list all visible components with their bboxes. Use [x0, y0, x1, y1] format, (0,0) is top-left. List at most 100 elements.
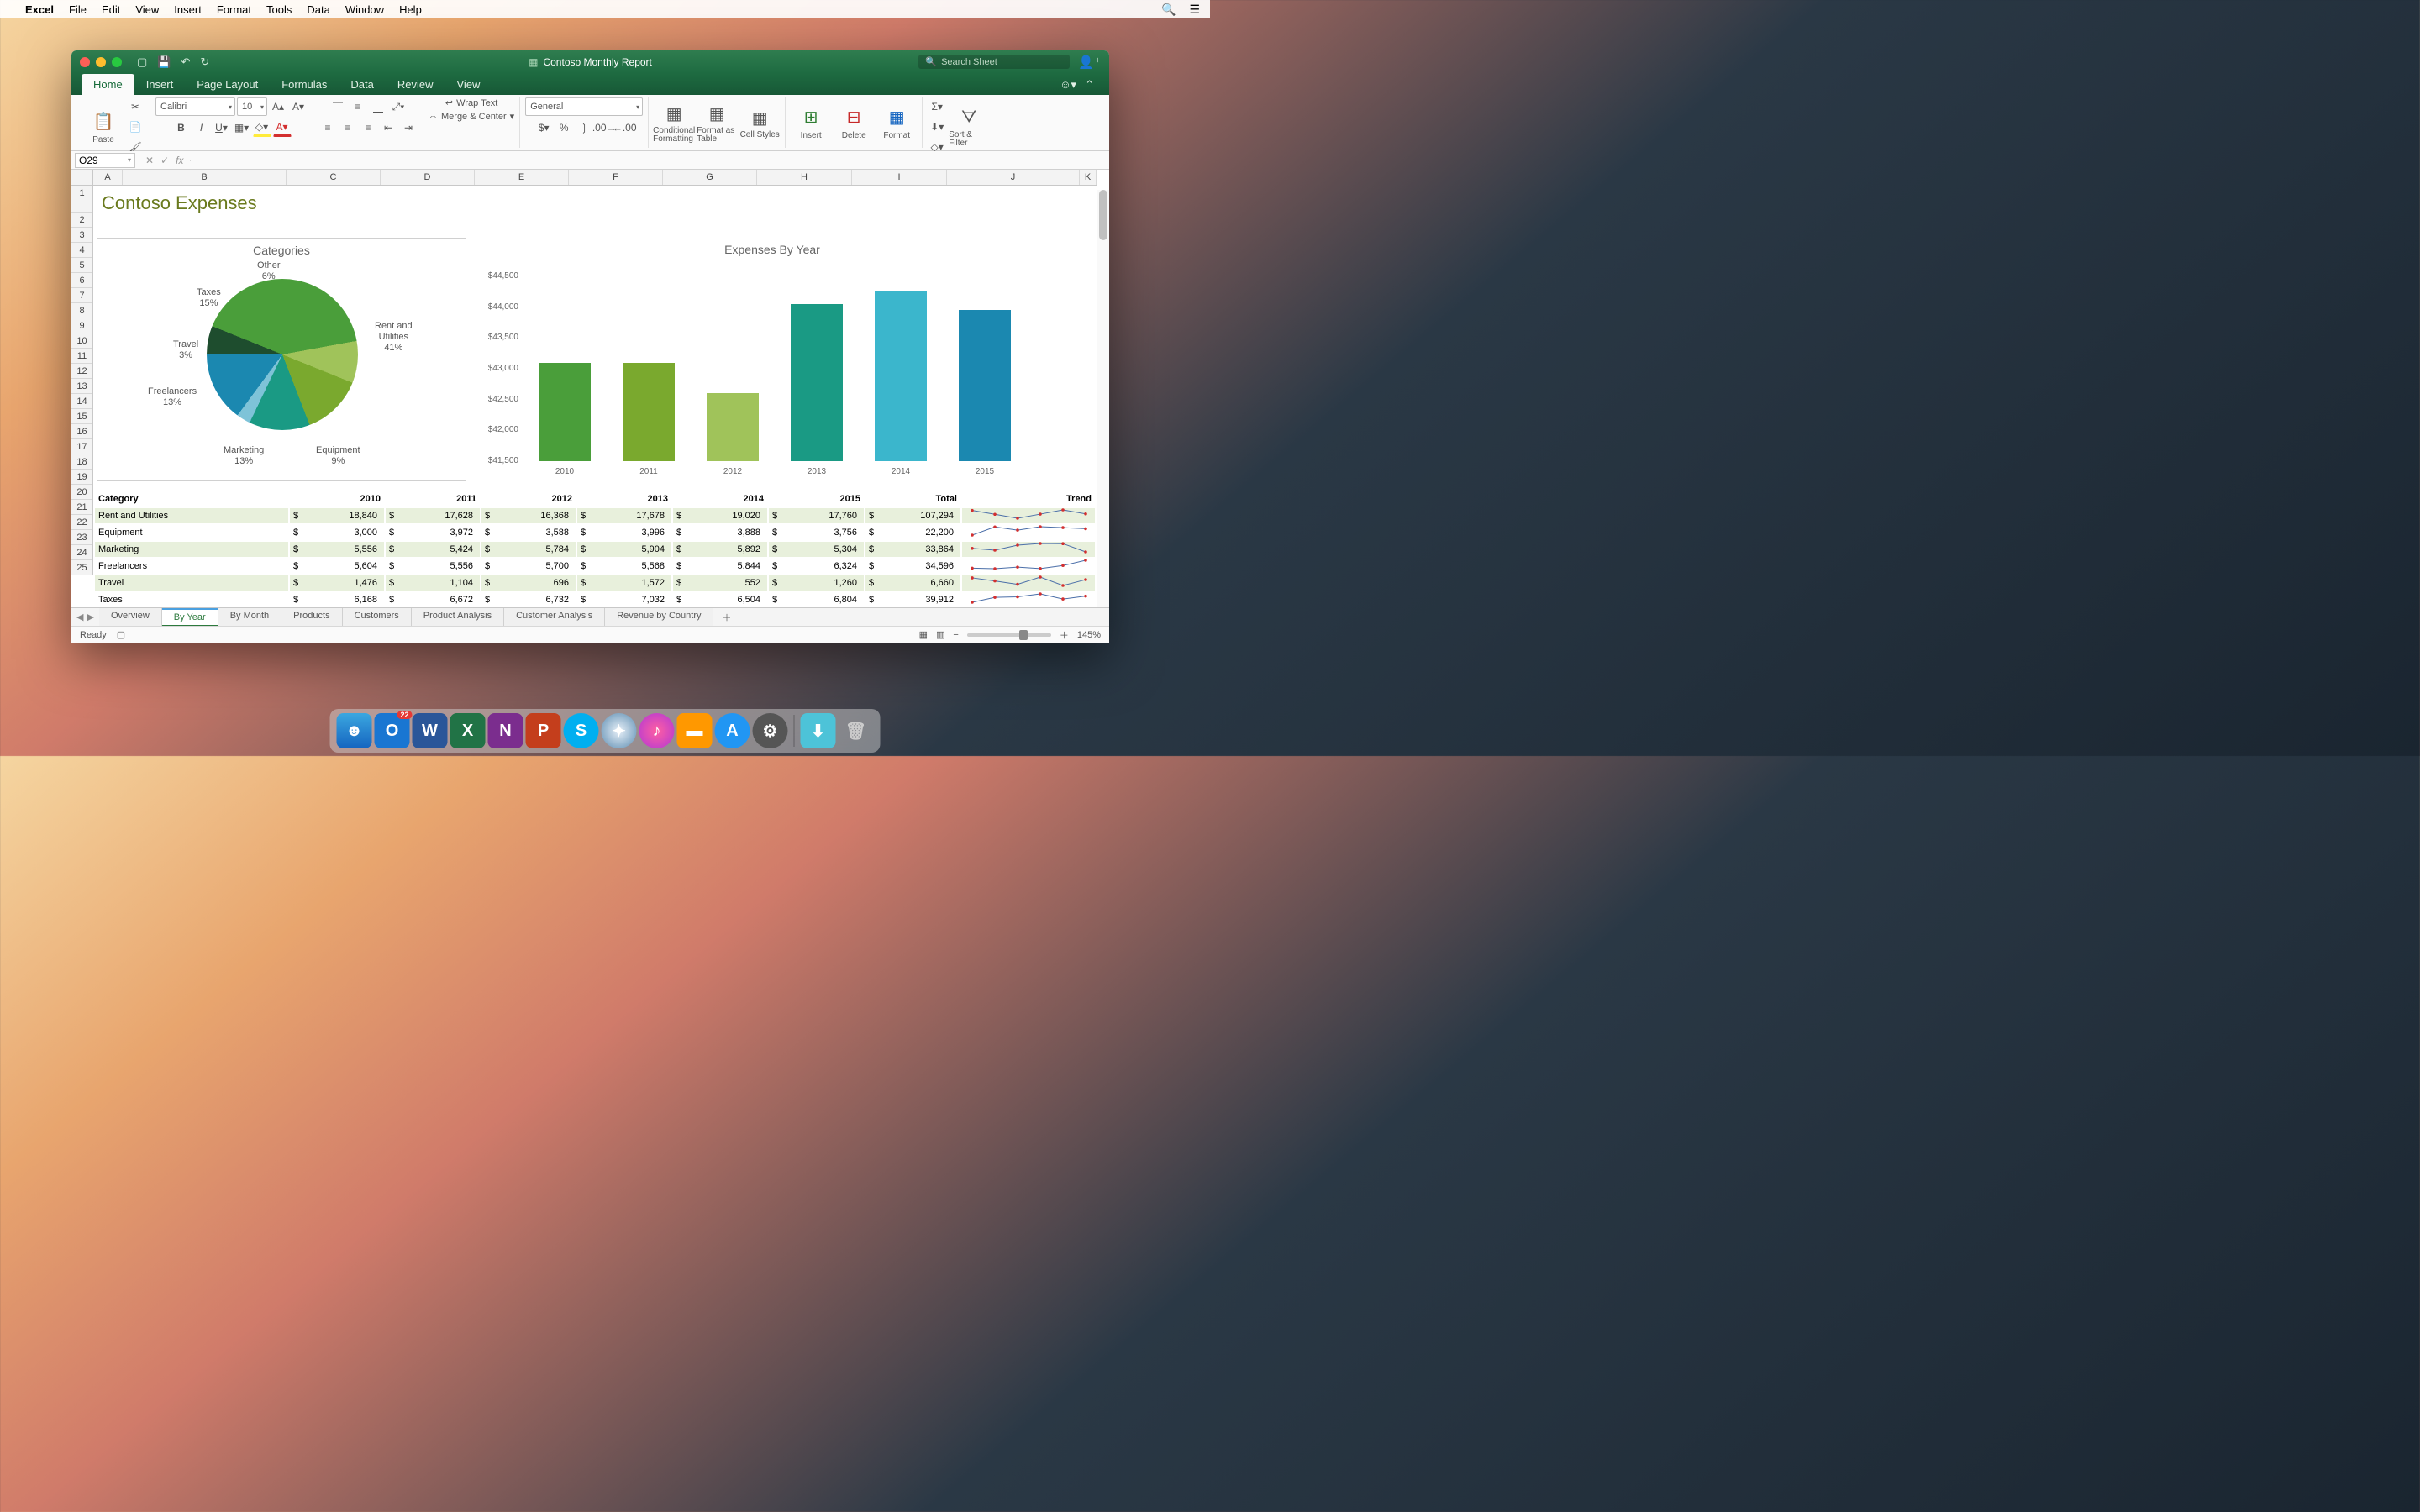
decrease-indent-icon[interactable]: ⇤	[379, 118, 397, 137]
add-sheet-button[interactable]: ＋	[713, 611, 739, 624]
menu-help[interactable]: Help	[399, 3, 422, 16]
expenses-table[interactable]: Category201020112012201320142015TotalTre…	[93, 490, 1097, 607]
decrease-decimal-icon[interactable]: ←.00	[615, 118, 634, 137]
tab-insert[interactable]: Insert	[134, 74, 186, 95]
value-cell[interactable]: $3,000	[290, 525, 384, 540]
zoom-button[interactable]	[112, 57, 122, 67]
col-header[interactable]: I	[852, 170, 947, 185]
smiley-feedback-icon[interactable]: ☺▾	[1060, 78, 1076, 92]
align-middle-icon[interactable]: ≡	[349, 97, 367, 116]
worksheet-grid[interactable]: ABCDEFGHIJK 1234567891011121314151617181…	[71, 170, 1109, 607]
merge-center-button[interactable]: Merge & Center	[441, 112, 507, 122]
dock-trash[interactable]: 🗑	[839, 713, 874, 748]
menu-data[interactable]: Data	[307, 3, 329, 16]
value-cell[interactable]: $3,588	[481, 525, 576, 540]
value-cell[interactable]: $1,260	[769, 575, 864, 591]
categories-pie-chart[interactable]: Categories Other6%Rent andUtilities41%Eq…	[97, 238, 466, 481]
dock-itunes[interactable]: ♪	[639, 713, 675, 748]
dock-finder[interactable]: ☻	[337, 713, 372, 748]
sheet-tab[interactable]: Customers	[343, 608, 412, 626]
value-cell[interactable]: $17,760	[769, 508, 864, 523]
zoom-out-icon[interactable]: −	[953, 630, 958, 640]
table-header[interactable]: Category	[95, 491, 288, 507]
view-normal-icon[interactable]: ▦	[919, 629, 928, 640]
zoom-slider[interactable]	[967, 633, 1051, 637]
value-cell[interactable]: $7,032	[577, 592, 671, 607]
row-header[interactable]: 14	[71, 394, 92, 409]
name-box[interactable]: O29▾	[75, 153, 135, 168]
value-cell[interactable]: $107,294	[865, 508, 960, 523]
dock-settings[interactable]: ⚙	[753, 713, 788, 748]
dock-onenote[interactable]: N	[488, 713, 523, 748]
dock-skype[interactable]: S	[564, 713, 599, 748]
row-header[interactable]: 22	[71, 515, 92, 530]
percent-icon[interactable]: %	[555, 118, 573, 137]
menu-view[interactable]: View	[135, 3, 159, 16]
tab-home[interactable]: Home	[82, 74, 134, 95]
value-cell[interactable]: $5,556	[290, 542, 384, 557]
row-header[interactable]: 1	[71, 186, 92, 213]
value-cell[interactable]: $18,840	[290, 508, 384, 523]
row-header[interactable]: 16	[71, 424, 92, 439]
category-cell[interactable]: Travel	[95, 575, 288, 591]
orientation-icon[interactable]: ⤢▾	[389, 97, 408, 116]
col-header[interactable]: F	[569, 170, 663, 185]
dock-excel[interactable]: X	[450, 713, 486, 748]
sparkline-cell[interactable]	[962, 542, 1095, 557]
menu-edit[interactable]: Edit	[102, 3, 120, 16]
tab-data[interactable]: Data	[339, 74, 385, 95]
row-header[interactable]: 8	[71, 303, 92, 318]
value-cell[interactable]: $5,304	[769, 542, 864, 557]
table-header[interactable]: 2010	[290, 491, 384, 507]
view-page-layout-icon[interactable]: ▥	[936, 629, 944, 640]
expenses-by-year-bar-chart[interactable]: Expenses By Year $41,500$42,000$42,500$4…	[470, 238, 1075, 481]
row-header[interactable]: 19	[71, 470, 92, 485]
app-menu[interactable]: Excel	[25, 3, 54, 16]
table-header[interactable]: 2012	[481, 491, 576, 507]
font-color-button[interactable]: A▾	[273, 118, 292, 137]
row-header[interactable]: 10	[71, 333, 92, 349]
select-all-corner[interactable]	[71, 170, 93, 186]
minimize-button[interactable]	[96, 57, 106, 67]
table-row[interactable]: Freelancers$5,604$5,556$5,700$5,568$5,84…	[95, 559, 1095, 574]
value-cell[interactable]: $5,892	[673, 542, 767, 557]
zoom-level[interactable]: 145%	[1077, 630, 1101, 640]
align-top-icon[interactable]: ⎺	[329, 97, 347, 116]
value-cell[interactable]: $39,912	[865, 592, 960, 607]
align-center-icon[interactable]: ≡	[339, 118, 357, 137]
cells-area[interactable]: Contoso Expenses Categories Other6%Rent …	[93, 186, 1109, 607]
tab-formulas[interactable]: Formulas	[270, 74, 339, 95]
row-header[interactable]: 3	[71, 228, 92, 243]
fx-icon[interactable]: fx	[176, 155, 183, 166]
row-header[interactable]: 4	[71, 243, 92, 258]
table-header[interactable]: Total	[865, 491, 960, 507]
sheet-tab[interactable]: By Year	[162, 608, 218, 627]
row-header[interactable]: 17	[71, 439, 92, 454]
cell-styles-button[interactable]: ▦Cell Styles	[739, 106, 780, 139]
value-cell[interactable]: $19,020	[673, 508, 767, 523]
column-headers[interactable]: ABCDEFGHIJK	[93, 170, 1097, 186]
format-as-table-button[interactable]: ▦Format as Table	[697, 102, 737, 144]
sparkline-cell[interactable]	[962, 559, 1095, 574]
value-cell[interactable]: $6,672	[386, 592, 480, 607]
zoom-in-icon[interactable]: ＋	[1060, 628, 1069, 642]
cut-icon[interactable]: ✂	[126, 97, 145, 116]
macro-record-icon[interactable]: ▢	[117, 629, 125, 640]
sort-filter-button[interactable]: ᗊSort & Filter	[949, 106, 989, 148]
row-header[interactable]: 15	[71, 409, 92, 424]
collapse-ribbon-icon[interactable]: ⌃	[1085, 78, 1094, 92]
value-cell[interactable]: $6,504	[673, 592, 767, 607]
col-header[interactable]: B	[123, 170, 287, 185]
value-cell[interactable]: $5,568	[577, 559, 671, 574]
share-icon[interactable]: 👤⁺	[1078, 55, 1101, 70]
delete-cells-button[interactable]: ⊟Delete	[834, 106, 874, 140]
table-header[interactable]: 2013	[577, 491, 671, 507]
row-header[interactable]: 12	[71, 364, 92, 379]
value-cell[interactable]: $1,476	[290, 575, 384, 591]
category-cell[interactable]: Marketing	[95, 542, 288, 557]
value-cell[interactable]: $3,888	[673, 525, 767, 540]
dock-word[interactable]: W	[413, 713, 448, 748]
table-header[interactable]: 2011	[386, 491, 480, 507]
menu-file[interactable]: File	[69, 3, 87, 16]
table-header[interactable]: 2015	[769, 491, 864, 507]
